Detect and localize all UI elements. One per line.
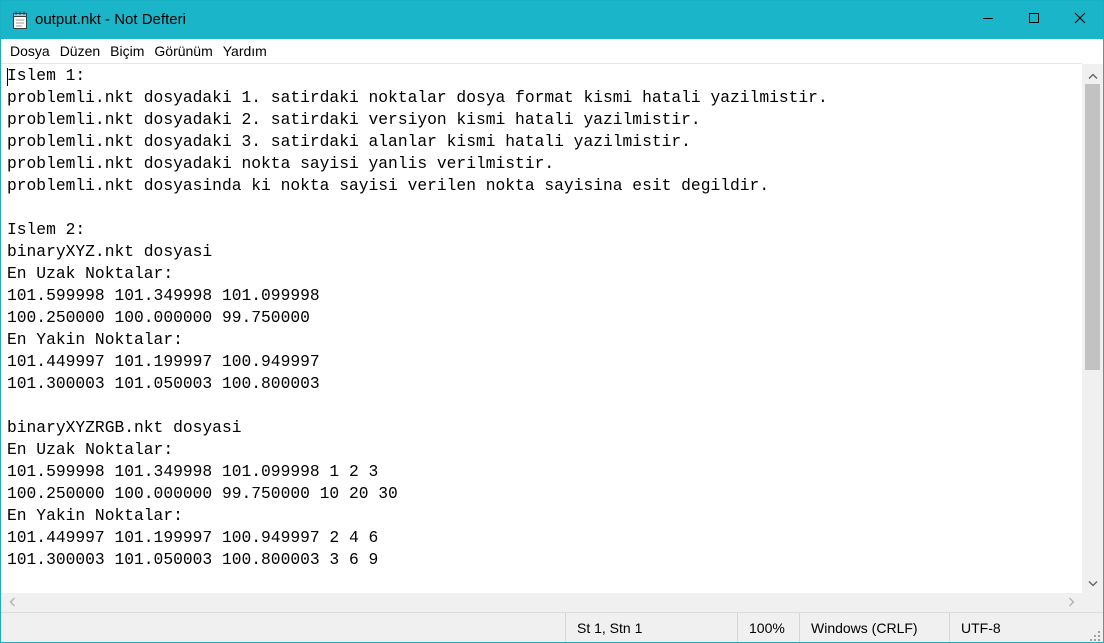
status-encoding: UTF-8 — [949, 613, 1099, 642]
text-line: problemli.nkt dosyasinda ki nokta sayisi… — [7, 176, 770, 195]
menu-bar: Dosya Düzen Biçim Görünüm Yardım — [1, 39, 1103, 63]
notepad-icon[interactable] — [12, 11, 28, 29]
resize-grip-icon[interactable] — [1089, 629, 1101, 641]
scrollbar-corner — [1082, 593, 1103, 612]
maximize-icon — [1028, 11, 1040, 29]
text-line: En Uzak Noktalar: — [7, 440, 174, 459]
text-line: En Yakin Noktalar: — [7, 330, 183, 349]
text-line: 101.449997 101.199997 100.949997 2 4 6 — [7, 528, 379, 547]
text-line: Islem 1: — [7, 66, 86, 85]
horizontal-scrollbar[interactable] — [1, 593, 1082, 612]
text-line: 100.250000 100.000000 99.750000 — [7, 308, 310, 327]
vertical-scroll-thumb[interactable] — [1085, 84, 1100, 370]
scroll-down-button[interactable] — [1082, 574, 1103, 591]
text-line: binaryXYZRGB.nkt dosyasi — [7, 418, 242, 437]
text-line: problemli.nkt dosyadaki 3. satirdaki ala… — [7, 132, 691, 151]
text-line: 101.599998 101.349998 101.099998 — [7, 286, 320, 305]
menu-item-bicim[interactable]: Biçim — [105, 41, 149, 61]
menu-item-dosya[interactable]: Dosya — [5, 41, 55, 61]
status-bar: St 1, Stn 1 100% Windows (CRLF) UTF-8 — [1, 612, 1103, 642]
text-line: 101.599998 101.349998 101.099998 1 2 3 — [7, 462, 379, 481]
scroll-right-button[interactable] — [1063, 593, 1080, 612]
menu-item-duzen[interactable]: Düzen — [55, 41, 105, 61]
vertical-scrollbar[interactable] — [1082, 64, 1103, 593]
status-cursor-position: St 1, Stn 1 — [565, 613, 741, 642]
chevron-down-icon — [1088, 574, 1098, 592]
status-line-ending: Windows (CRLF) — [799, 613, 949, 642]
text-line: 101.449997 101.199997 100.949997 — [7, 352, 320, 371]
text-line: problemli.nkt dosyadaki nokta sayisi yan… — [7, 154, 555, 173]
text-line: problemli.nkt dosyadaki 2. satirdaki ver… — [7, 110, 701, 129]
scroll-left-button[interactable] — [3, 593, 20, 612]
text-line: binaryXYZ.nkt dosyasi — [7, 242, 213, 261]
close-button[interactable] — [1057, 1, 1103, 39]
chevron-left-icon — [9, 594, 15, 612]
window-controls — [965, 1, 1103, 39]
maximize-button[interactable] — [1011, 1, 1057, 39]
chevron-right-icon — [1068, 594, 1075, 612]
minimize-icon — [982, 11, 994, 29]
menu-item-yardim[interactable]: Yardım — [218, 41, 272, 61]
text-line: Islem 2: — [7, 220, 86, 239]
notepad-window: output.nkt - Not Defteri Dosya Düzen Biç… — [0, 0, 1104, 643]
text-editor[interactable]: Islem 1: problemli.nkt dosyadaki 1. sati… — [1, 63, 1082, 594]
title-bar[interactable]: output.nkt - Not Defteri — [1, 1, 1103, 39]
text-line: 100.250000 100.000000 99.750000 10 20 30 — [7, 484, 398, 503]
text-caret — [7, 68, 8, 86]
scroll-up-button[interactable] — [1082, 66, 1103, 83]
close-icon — [1074, 11, 1086, 29]
text-line: En Yakin Noktalar: — [7, 506, 183, 525]
window-title: output.nkt - Not Defteri — [35, 11, 186, 28]
text-line: problemli.nkt dosyadaki 1. satirdaki nok… — [7, 88, 828, 107]
status-zoom-level: 100% — [737, 613, 800, 642]
chevron-up-icon — [1088, 66, 1098, 84]
minimize-button[interactable] — [965, 1, 1011, 39]
editor-content[interactable]: Islem 1: problemli.nkt dosyadaki 1. sati… — [7, 65, 828, 571]
text-line: En Uzak Noktalar: — [7, 264, 174, 283]
text-line: 101.300003 101.050003 100.800003 3 6 9 — [7, 550, 379, 569]
menu-item-gorunum[interactable]: Görünüm — [149, 41, 217, 61]
text-line: 101.300003 101.050003 100.800003 — [7, 374, 320, 393]
